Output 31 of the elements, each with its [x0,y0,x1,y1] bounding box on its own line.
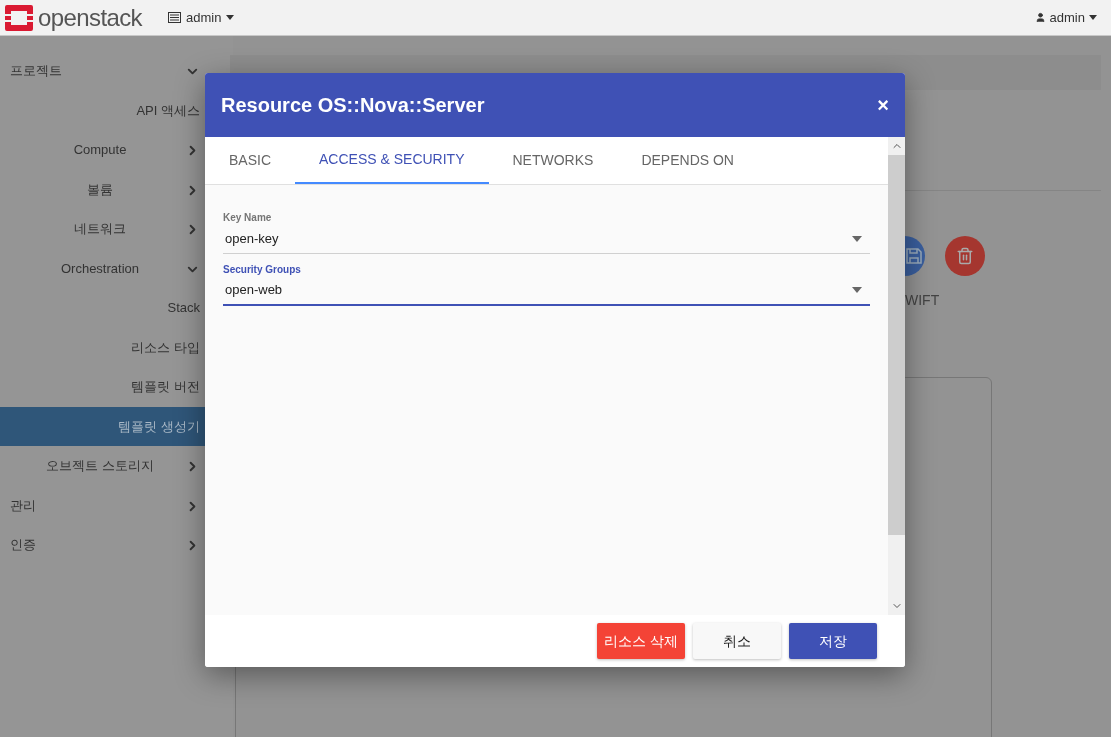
caret-down-icon [1089,15,1097,20]
caret-down-icon [226,15,235,20]
tab[interactable]: NETWORKS [488,137,618,184]
caret-down-icon [852,235,862,242]
save-icon [906,248,922,264]
scrollbar[interactable] [888,137,905,615]
field-label: Key Name [223,211,273,224]
sidebar-item[interactable]: 관리 [0,485,233,525]
dialog-title: Resource OS::Nova::Server [221,93,486,118]
toolbar-label: WIFT [905,291,941,310]
sidebar-item[interactable]: 인증 [0,525,233,565]
user-icon [1034,12,1046,23]
user-menu[interactable]: admin [1034,7,1097,28]
caret-down-icon [852,287,862,293]
sidebar-item[interactable]: 오브젝트 스토리지 [0,446,233,486]
close-button[interactable]: × [877,90,889,120]
logo-icon [4,2,34,33]
brand-name: openstack [38,2,142,33]
dialog-button[interactable]: 저장 [789,623,877,659]
dropdown-field[interactable]: open-web [223,276,870,306]
dropdown-field[interactable]: open-key [223,224,870,254]
list-icon [168,12,181,23]
dialog-button[interactable]: 취소 [693,623,781,659]
trash-icon [956,247,974,265]
dialog-button[interactable]: 리소스 삭제 [597,623,685,659]
scroll-thumb[interactable] [888,155,905,535]
tab[interactable]: DEPENDS ON [617,137,758,184]
project-menu[interactable]: admin [168,7,235,28]
delete-button[interactable] [945,236,985,276]
field-label: Security Groups [223,263,302,276]
sidebar-item[interactable]: 프로젝트 [0,51,233,91]
